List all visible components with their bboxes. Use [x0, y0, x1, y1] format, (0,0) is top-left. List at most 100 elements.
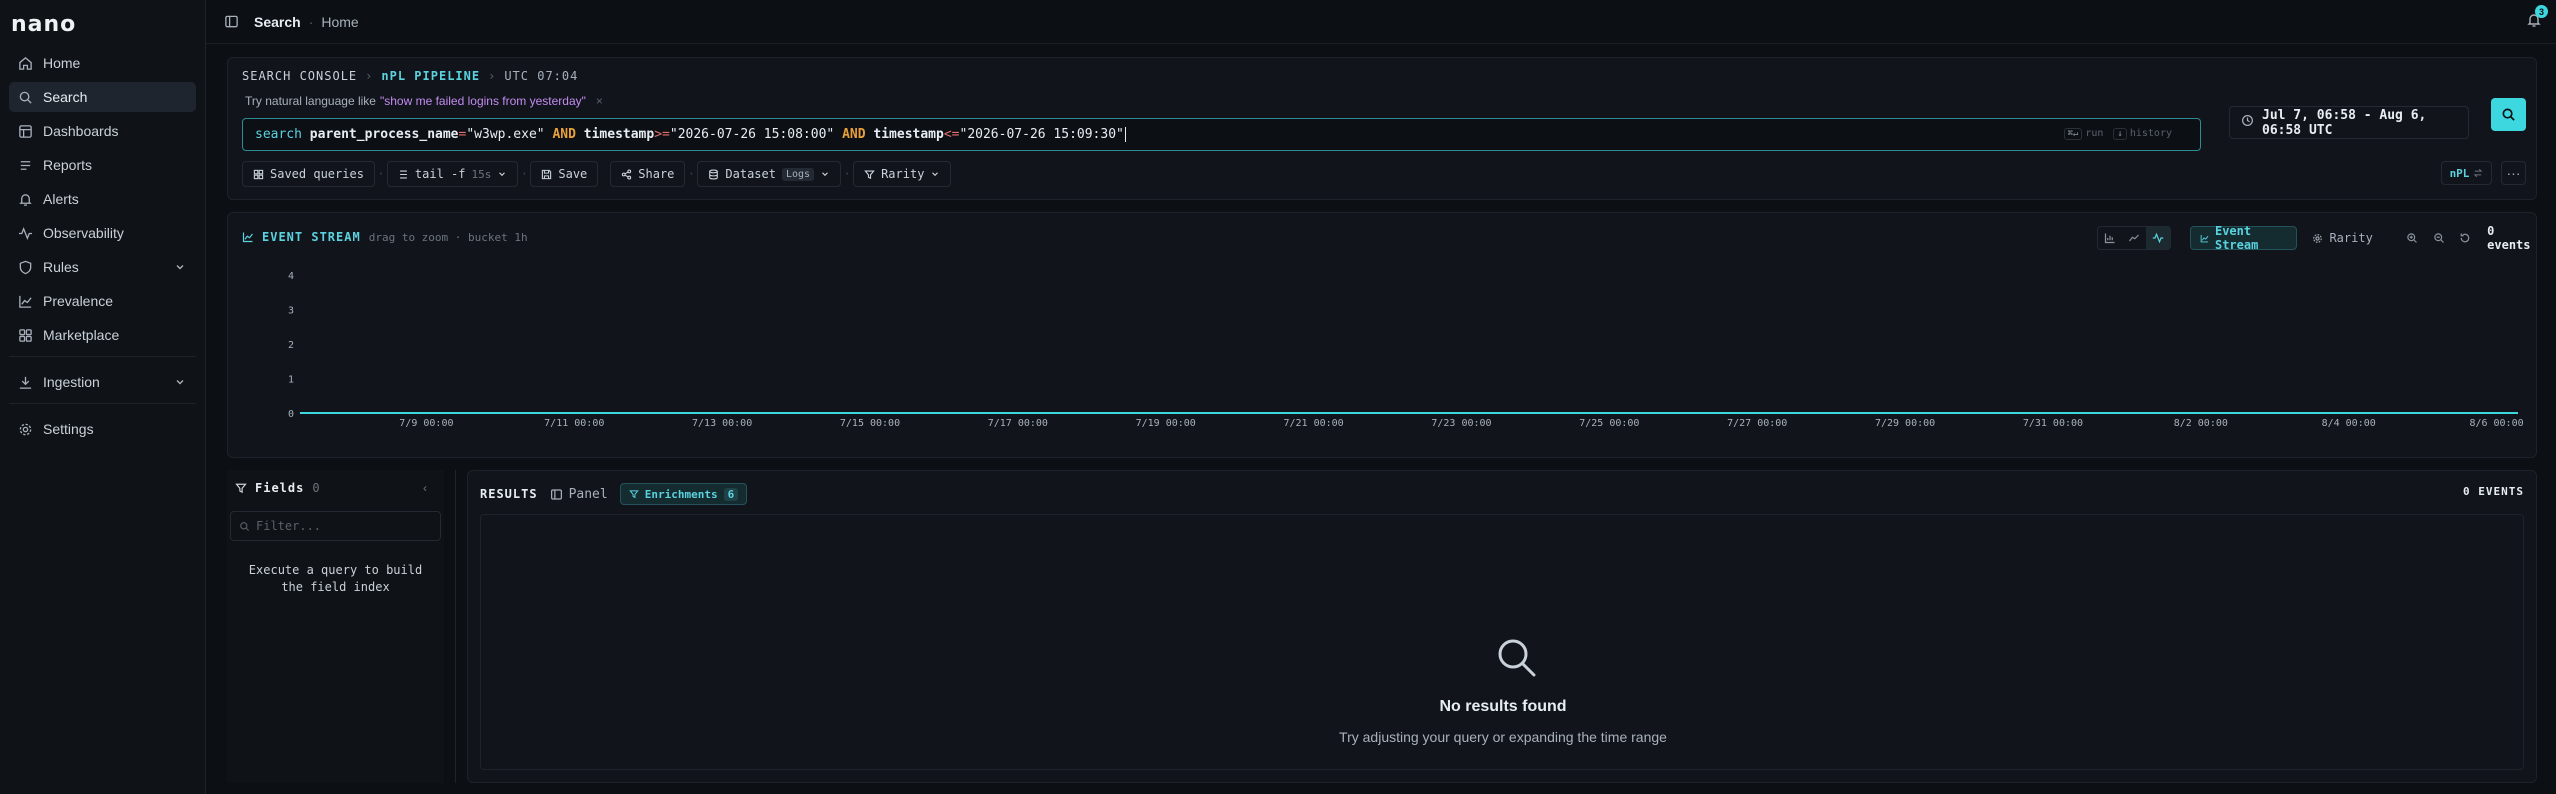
toolbar-dot: · [843, 167, 851, 181]
results-panel: RESULTS Panel Enrichments 6 0 EVENTS No … [467, 470, 2537, 783]
results-body: No results found Try adjusting your quer… [480, 514, 2524, 770]
rarity-dropdown[interactable]: Rarity [853, 161, 952, 187]
more-options-button[interactable]: ··· [2501, 161, 2526, 185]
shield-icon [18, 260, 33, 275]
x-tick-label: 8/6 00:00 [2469, 418, 2523, 429]
notifications-button[interactable]: 3 [2526, 5, 2548, 31]
save-button[interactable]: Save [530, 161, 599, 187]
sidebar-item-label: Alerts [43, 191, 79, 207]
chevron-down-icon [499, 172, 506, 177]
empty-state-subtitle: Try adjusting your query or expanding th… [1339, 729, 1667, 745]
filter-icon [864, 170, 875, 179]
panel-splitter[interactable] [455, 470, 456, 783]
tail-label: tail -f [414, 167, 466, 181]
home-icon [18, 56, 33, 71]
sidebar-item-label: Observability [43, 225, 124, 241]
clock-icon [2241, 114, 2254, 131]
fields-header: Fields 0 [235, 481, 321, 495]
event-stream-chart[interactable]: 0 1 2 3 4 7/9 00:00 7/11 00:00 7/13 00:00 7/15 0… [228, 213, 2538, 459]
query-input[interactable]: search parent_process_name = "w3wp.exe" AN… [242, 118, 2201, 151]
time-range-picker[interactable]: Jul 7, 06:58 - Aug 6, 06:58 UTC [2229, 106, 2469, 139]
list-icon [399, 170, 407, 178]
sidebar-item-search[interactable]: Search [9, 82, 196, 112]
panel-icon [550, 488, 562, 500]
sidebar-item-label: Settings [43, 421, 94, 437]
console-separator: › [488, 69, 497, 83]
share-button[interactable]: Share [610, 161, 686, 187]
save-icon [542, 169, 552, 179]
query-value: "2026-07-26 15:08:00" [669, 127, 835, 142]
gear-icon [18, 422, 33, 437]
fields-filter[interactable] [230, 511, 441, 541]
time-range-label: Jul 7, 06:58 - Aug 6, 06:58 UTC [2262, 107, 2427, 138]
saved-queries-button[interactable]: Saved queries [242, 161, 375, 187]
sidebar-item-rules[interactable]: Rules [9, 252, 196, 282]
x-tick-label: 7/9 00:00 [399, 418, 453, 429]
sidebar-item-alerts[interactable]: Alerts [9, 184, 196, 214]
event-stream-panel: EVENT STREAM drag to zoom · bucket 1h Ev… [227, 212, 2537, 458]
x-tick-label: 7/27 00:00 [1727, 418, 1787, 429]
x-tick-label: 7/17 00:00 [988, 418, 1048, 429]
x-tick-label: 7/25 00:00 [1579, 418, 1639, 429]
sidebar-item-settings[interactable]: Settings [9, 414, 196, 444]
dataset-tag: Logs [781, 167, 815, 181]
search-icon [240, 521, 250, 531]
y-tick-label: 1 [288, 375, 294, 386]
save-label: Save [558, 167, 588, 181]
sidebar-item-prevalence[interactable]: Prevalence [9, 286, 196, 316]
search-icon [2502, 108, 2515, 121]
panel-label: Panel [568, 486, 608, 502]
sidebar-item-observability[interactable]: Observability [9, 218, 196, 248]
query-operator: = [458, 127, 467, 142]
sidebar-item-ingestion[interactable]: Ingestion [9, 367, 196, 397]
sidebar-item-home[interactable]: Home [9, 48, 196, 78]
utc-clock: UTC 07:04 [504, 69, 579, 83]
x-tick-label: 7/13 00:00 [692, 418, 752, 429]
filter-icon [628, 490, 639, 499]
run-search-button[interactable] [2491, 98, 2526, 131]
fields-panel: Fields 0 ‹ Execute a query to build the … [227, 470, 444, 783]
results-header: RESULTS Panel Enrichments 6 [480, 483, 748, 505]
results-title: RESULTS [480, 487, 538, 501]
nl-hint-dismiss-icon[interactable]: × [596, 94, 603, 108]
run-hint: ⌘↵ run [2063, 128, 2103, 140]
tail-interval: 15s [471, 167, 492, 181]
sidebar-item-dashboards[interactable]: Dashboards [9, 116, 196, 146]
pipeline-label: nPL PIPELINE [381, 69, 481, 83]
fields-filter-input[interactable] [256, 519, 426, 533]
npl-mode-toggle[interactable]: nPL [2441, 161, 2492, 185]
x-tick-label: 7/19 00:00 [1136, 418, 1196, 429]
tail-follow-dropdown[interactable]: tail -f 15s [386, 161, 519, 187]
chevron-down-icon [932, 172, 939, 177]
sidebar-item-label: Search [43, 89, 88, 105]
query-field: timestamp [583, 127, 655, 142]
query-operator: >= [654, 127, 670, 142]
x-tick-label: 8/4 00:00 [2322, 418, 2376, 429]
y-tick-label: 2 [288, 340, 294, 351]
bell-icon [18, 192, 33, 207]
empty-state-title: No results found [1439, 698, 1567, 715]
grid-icon [18, 328, 33, 343]
x-tick-label: 7/29 00:00 [1875, 418, 1935, 429]
dataset-dropdown[interactable]: Dataset Logs [697, 161, 842, 187]
sidebar-item-reports[interactable]: Reports [9, 150, 196, 180]
panel-button[interactable]: Panel [550, 487, 608, 502]
query-field: timestamp [873, 127, 944, 142]
x-tick-label: 7/31 00:00 [2023, 418, 2083, 429]
chart-icon [18, 294, 33, 309]
collapse-fields-icon[interactable]: ‹ [423, 481, 427, 495]
nl-hint-example[interactable]: "show me failed logins from yesterday" [380, 94, 586, 108]
sidebar-item-label: Home [43, 55, 81, 71]
share-icon [622, 168, 632, 180]
natural-language-hint: Try natural language like "show me faile… [245, 94, 603, 108]
logo[interactable]: nano [11, 10, 76, 38]
fields-empty-message: Execute a query to build the field index [248, 563, 423, 594]
sidebar-toggle-icon[interactable] [224, 14, 239, 32]
share-label: Share [638, 167, 675, 181]
reports-icon [18, 158, 33, 173]
top-bar: Search · Home 3 [206, 0, 2556, 44]
sidebar-divider [9, 403, 196, 404]
enrichments-button[interactable]: Enrichments 6 [619, 483, 748, 505]
sidebar-item-marketplace[interactable]: Marketplace [9, 320, 196, 350]
breadcrumb-parent[interactable]: Home [321, 14, 358, 30]
